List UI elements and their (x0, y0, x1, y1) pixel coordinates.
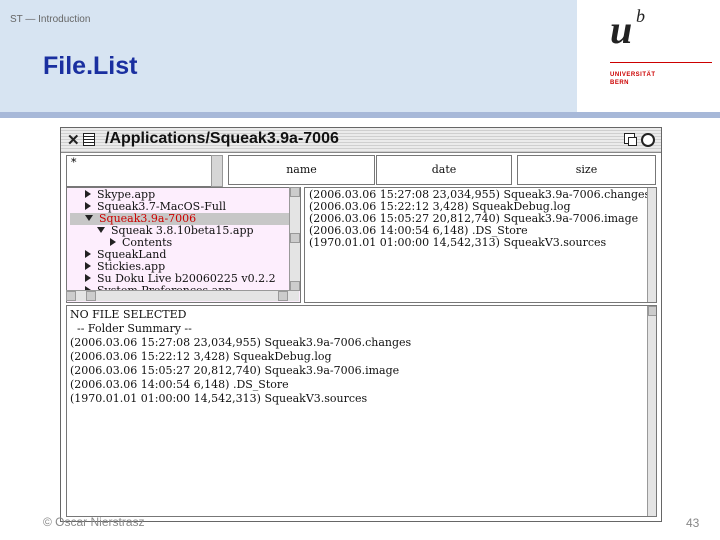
pattern-scrollbar[interactable] (211, 155, 223, 187)
file-contents-pane[interactable]: NO FILE SELECTED -- Folder Summary -- (2… (66, 305, 657, 517)
expand-arrow-icon[interactable] (85, 262, 91, 270)
directory-tree[interactable]: Skype.app Squeak3.7-MacOS-Full Squeak3.9… (66, 187, 301, 303)
tree-item[interactable]: Squeak 3.8.10beta15.app (97, 225, 254, 237)
contents-line: -- Folder Summary -- (70, 322, 192, 335)
pattern-value: * (71, 156, 77, 169)
window-titlebar[interactable]: ✕ /Applications/Squeak3.9a-7006 (61, 128, 661, 153)
contents-line: (2006.03.06 15:22:12 3,428) SqueakDebug.… (70, 350, 332, 363)
page-number: 43 (686, 516, 700, 530)
collapse-arrow-icon[interactable] (85, 215, 93, 221)
pattern-input[interactable]: * (66, 155, 212, 187)
collapse-icon[interactable] (624, 133, 637, 146)
university-logo-u: u (610, 7, 633, 52)
contents-line: (2006.03.06 15:05:27 20,812,740) Squeak3… (70, 364, 400, 377)
contents-line: (2006.03.06 15:27:08 23,034,955) Squeak3… (70, 336, 412, 349)
contents-line: (2006.03.06 14:00:54 6,148) .DS_Store (70, 378, 289, 391)
logo-university-text: UNIVERSITÄT (610, 72, 656, 78)
logo-area (577, 0, 720, 112)
scroll-up-icon[interactable] (290, 187, 300, 197)
close-icon[interactable]: ✕ (67, 131, 80, 149)
expand-arrow-icon[interactable] (85, 250, 91, 258)
scroll-thumb[interactable] (290, 233, 300, 243)
sort-by-name-button[interactable]: name (228, 155, 375, 185)
file-list-scrollbar[interactable] (647, 188, 656, 302)
logo-divider (610, 62, 712, 63)
expand-arrow-icon[interactable] (85, 202, 91, 210)
expand-arrow-icon[interactable] (85, 274, 91, 282)
contents-line: (1970.01.01 01:00:00 14,542,313) SqueakV… (70, 392, 368, 405)
contents-scrollbar[interactable] (647, 306, 656, 516)
collapse-arrow-icon[interactable] (97, 227, 105, 233)
course-label: ST — Introduction (10, 14, 91, 25)
header-rule (0, 112, 720, 118)
scroll-right-icon[interactable] (278, 291, 288, 301)
file-list[interactable]: (2006.03.06 15:27:08 23,034,955) Squeak3… (304, 187, 657, 303)
scroll-thumb[interactable] (86, 291, 96, 301)
tree-vertical-scrollbar[interactable] (289, 187, 300, 291)
tree-horizontal-scrollbar[interactable] (66, 290, 299, 301)
scroll-up-icon[interactable] (648, 306, 656, 316)
sort-by-date-button[interactable]: date (376, 155, 512, 185)
expand-arrow-icon[interactable] (85, 190, 91, 198)
sort-by-size-button[interactable]: size (517, 155, 656, 185)
logo-bern-text: BERN (610, 80, 630, 86)
file-list-window: ✕ /Applications/Squeak3.9a-7006 * name d… (60, 127, 662, 522)
window-title: /Applications/Squeak3.9a-7006 (105, 130, 339, 147)
file-row[interactable]: (1970.01.01 01:00:00 14,542,313) SqueakV… (309, 237, 606, 249)
copyright-footer: © Oscar Nierstrasz (43, 515, 145, 529)
contents-line: NO FILE SELECTED (70, 308, 187, 321)
scroll-left-icon[interactable] (66, 291, 76, 301)
expand-icon[interactable] (641, 133, 655, 147)
university-logo-b: b (636, 6, 645, 26)
slide-title: File.List (43, 52, 138, 80)
window-menu-icon[interactable] (83, 133, 95, 146)
expand-arrow-icon[interactable] (110, 238, 116, 246)
